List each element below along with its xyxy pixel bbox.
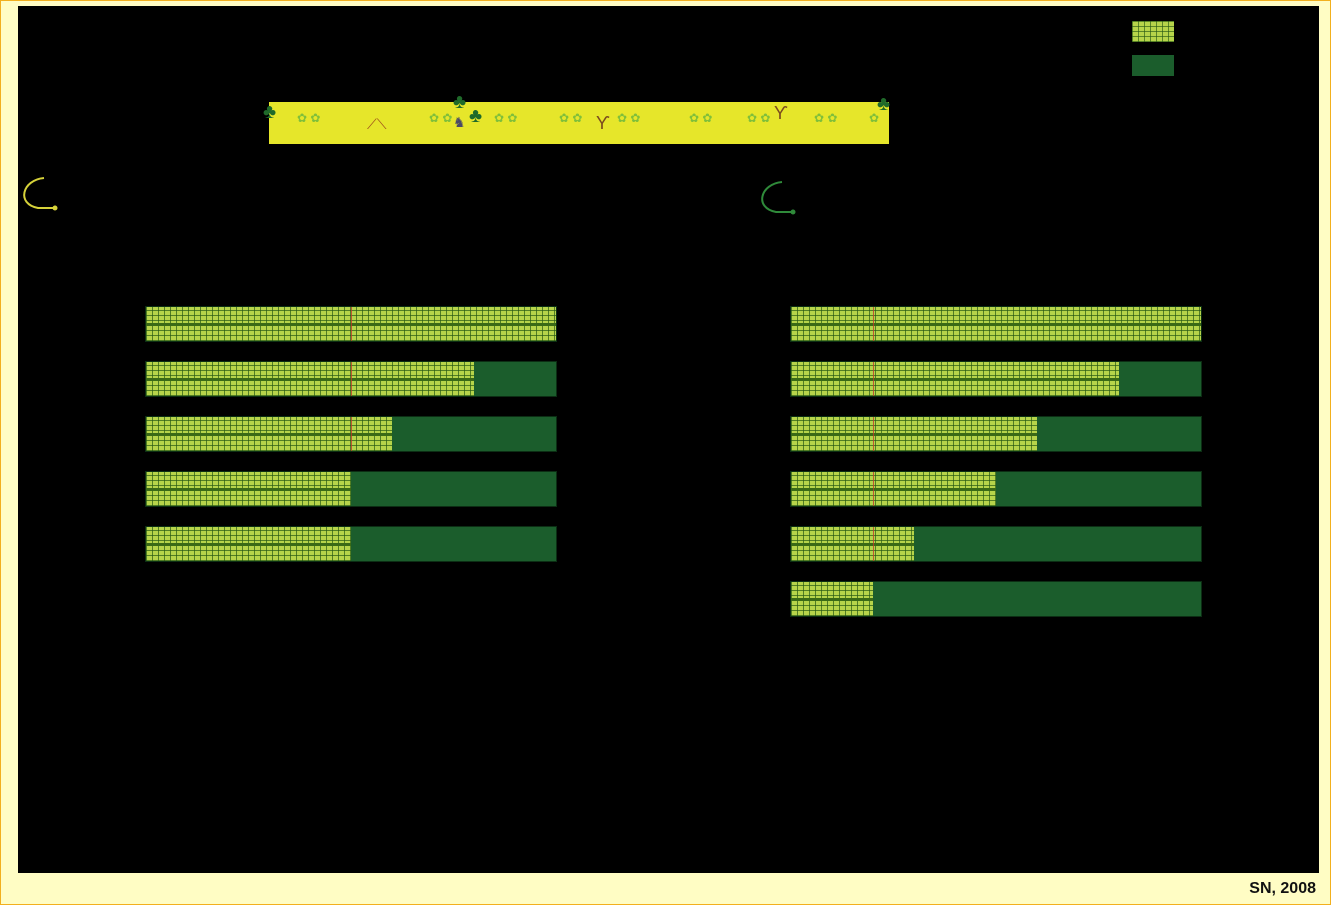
tree-icon: Ƴ <box>774 103 788 123</box>
right-arrow-icon <box>761 181 796 215</box>
sprout-icon: ✿ ✿ <box>494 111 518 125</box>
bar-right-1 <box>790 306 1202 342</box>
bar-segment-plants <box>146 472 351 506</box>
credit-label: SN, 2008 <box>1249 880 1316 897</box>
bar-left-2 <box>145 361 557 397</box>
bar-divider <box>873 417 874 451</box>
bar-segment-plants <box>791 472 996 506</box>
bar-left-5 <box>145 526 557 562</box>
bar-left-4 <box>145 471 557 507</box>
legend-swatch-plants <box>1132 21 1174 42</box>
diagram-canvas: ♣ ✿ ✿ ⟋⟍ ✿ ✿ ♣ ♞ ♣ ✿ ✿ ✿ ✿ Ƴ ✿ ✿ ✿ ✿ ✿ ✿… <box>18 6 1319 873</box>
palm-icon: ♣ <box>877 93 891 115</box>
bar-segment-plants <box>146 527 351 561</box>
bar-divider <box>873 472 874 506</box>
bar-segment-plants <box>146 362 474 396</box>
bar-segment-plants <box>146 417 392 451</box>
palm-icon: ♣ <box>453 91 467 113</box>
bar-divider <box>351 362 352 396</box>
sprout-icon: ✿ ✿ <box>814 111 838 125</box>
bar-right-6 <box>790 581 1202 617</box>
palm-icon: ♣ <box>469 105 483 127</box>
bar-left-3 <box>145 416 557 452</box>
page-frame: ♣ ✿ ✿ ⟋⟍ ✿ ✿ ♣ ♞ ♣ ✿ ✿ ✿ ✿ Ƴ ✿ ✿ ✿ ✿ ✿ ✿… <box>0 0 1331 905</box>
bar-divider <box>873 307 874 341</box>
bar-right-5 <box>790 526 1202 562</box>
sprout-icon: ✿ ✿ <box>297 111 321 125</box>
bar-segment-plants <box>791 307 1201 341</box>
bar-right-2 <box>790 361 1202 397</box>
log-icon: ⟋⟍ <box>367 116 387 132</box>
bar-segment-plants <box>791 527 914 561</box>
sprout-icon: ✿ ✿ <box>617 111 641 125</box>
bar-divider <box>351 307 352 341</box>
sprout-icon: ✿ ✿ <box>429 111 453 125</box>
bar-divider <box>873 362 874 396</box>
palm-icon: ♣ <box>263 101 277 123</box>
sprout-icon: ✿ ✿ <box>689 111 713 125</box>
bar-segment-plants <box>791 582 873 616</box>
legend-swatch-fodder <box>1132 55 1174 76</box>
bar-segment-plants <box>791 362 1119 396</box>
crop-strip: ♣ ✿ ✿ ⟋⟍ ✿ ✿ ♣ ♞ ♣ ✿ ✿ ✿ ✿ Ƴ ✿ ✿ ✿ ✿ ✿ ✿… <box>263 92 890 144</box>
bar-right-4 <box>790 471 1202 507</box>
bar-right-3 <box>790 416 1202 452</box>
sprout-icon: ✿ ✿ <box>747 111 771 125</box>
bar-divider <box>873 527 874 561</box>
bar-left-1 <box>145 306 557 342</box>
left-arrow-icon <box>23 177 58 211</box>
bar-divider <box>351 417 352 451</box>
bar-segment-plants <box>791 417 1037 451</box>
tree-icon: Ƴ <box>596 113 610 133</box>
goat-icon: ♞ <box>453 114 466 130</box>
sprout-icon: ✿ ✿ <box>559 111 583 125</box>
